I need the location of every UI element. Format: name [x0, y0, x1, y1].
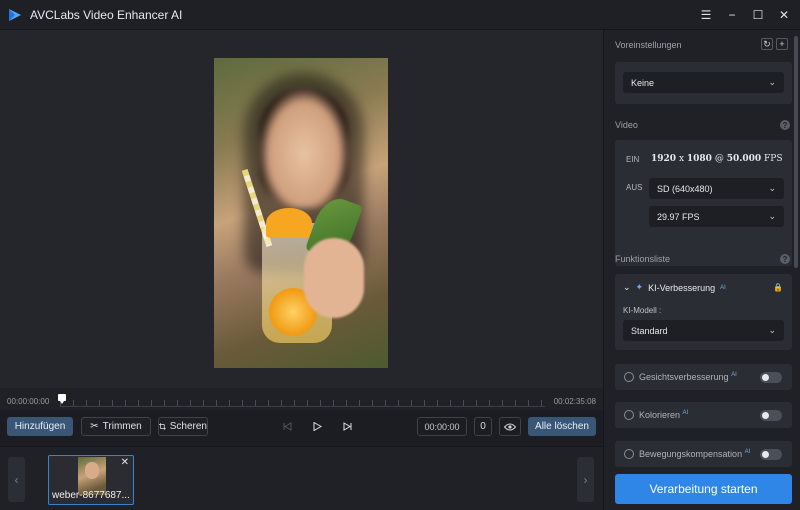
input-width: 1920 [651, 154, 677, 164]
video-card: EIN 1920 x 1080 @ 50.000 FPS AUS SD (640… [615, 140, 792, 266]
video-preview [0, 30, 603, 388]
ai-badge: AI [720, 284, 726, 291]
add-button[interactable]: Hinzufügen [7, 417, 73, 436]
clear-all-button[interactable]: Alle löschen [528, 417, 596, 436]
presets-label: Voreinstellungen [615, 40, 682, 50]
video-thumbnail[interactable]: ✕ weber-8677687... [48, 455, 134, 505]
face-enhancement-toggle[interactable] [760, 372, 782, 383]
app-logo-icon [9, 8, 21, 21]
start-processing-button[interactable]: Verarbeitung starten [615, 474, 792, 504]
chevron-left-icon: ‹ [14, 472, 19, 487]
face-icon [624, 372, 634, 382]
ai-model-select[interactable]: Standard ⌄ [623, 320, 784, 341]
output-tag: AUS [626, 183, 643, 192]
functions-help-icon[interactable]: ? [780, 254, 790, 264]
video-frame [214, 58, 388, 368]
chevron-down-icon: ⌄ [768, 77, 776, 87]
start-processing-label: Verarbeitung starten [649, 482, 758, 496]
title-bar: AVCLabs Video Enhancer AI ☰ − ☐ ✕ [0, 0, 800, 30]
filmstrip-prev-button[interactable]: ‹ [8, 457, 25, 502]
playhead-handle[interactable] [58, 394, 66, 404]
timeline-end-time: 00:02:35:08 [553, 397, 596, 406]
refresh-icon: ↻ [763, 38, 771, 49]
close-icon[interactable]: ✕ [778, 8, 790, 22]
skip-forward-icon [343, 422, 351, 431]
trim-button-label: Trimmen [102, 421, 142, 432]
colorize-toggle[interactable] [760, 410, 782, 421]
previous-frame-button[interactable] [280, 417, 294, 436]
chevron-down-icon: ⌄ [623, 282, 631, 292]
ai-enhancement-card: ⌄ ✦ KI-Verbesserung AI 🔒 KI-Modell : Sta… [615, 274, 792, 350]
play-icon [313, 422, 322, 431]
preset-value: Keine [631, 77, 655, 88]
colorize-card: Kolorieren AI [615, 402, 792, 428]
output-fps-select[interactable]: 29.97 FPS ⌄ [649, 206, 784, 227]
input-tag: EIN [626, 155, 640, 164]
maximize-icon[interactable]: ☐ [752, 8, 764, 22]
face-enhancement-label: Gesichtsverbesserung AI [639, 372, 737, 382]
sidebar-scrollbar[interactable] [794, 36, 798, 268]
skip-back-icon [283, 422, 291, 431]
crop-button[interactable]: Scheren [158, 417, 208, 436]
input-at: @ [714, 154, 724, 164]
refresh-presets-button[interactable]: ↻ [761, 38, 773, 50]
chevron-right-icon: › [583, 472, 588, 487]
chevron-down-icon: ⌄ [768, 183, 776, 193]
timeline-start-time: 00:00:00:00 [7, 397, 50, 406]
functions-label: Funktionsliste [615, 254, 671, 264]
input-height: 1080 [686, 154, 712, 164]
thumbnail-file-name: weber-8677687... [52, 490, 130, 501]
next-frame-button[interactable] [340, 417, 354, 436]
ai-model-label: KI-Modell : [623, 306, 662, 315]
editing-toolbar: Hinzufügen ✂ Trimmen Scheren 00:00:00 0 … [0, 410, 603, 446]
colorize-label: Kolorieren AI [639, 410, 689, 420]
motion-icon [624, 449, 634, 459]
frame-number-input[interactable]: 0 [474, 417, 492, 436]
preset-select[interactable]: Keine ⌄ [623, 72, 784, 93]
lock-icon[interactable]: 🔒 [773, 283, 783, 292]
crop-icon [159, 423, 166, 430]
app-title: AVCLabs Video Enhancer AI [30, 7, 183, 22]
ai-enhancement-title: KI-Verbesserung [648, 282, 716, 293]
remove-video-icon[interactable]: ✕ [121, 457, 129, 468]
scissors-icon: ✂ [90, 421, 99, 432]
motion-compensation-toggle[interactable] [760, 449, 782, 460]
output-resolution-select[interactable]: SD (640x480) ⌄ [649, 178, 784, 199]
face-enhancement-card: Gesichtsverbesserung AI [615, 364, 792, 390]
filmstrip-next-button[interactable]: › [577, 457, 594, 502]
filmstrip: ‹ ✕ weber-8677687... › [0, 446, 603, 510]
ai-enhancement-header[interactable]: ⌄ ✦ KI-Verbesserung AI [623, 282, 726, 293]
palette-icon [624, 410, 634, 420]
minimize-icon[interactable]: − [726, 8, 738, 22]
clear-all-label: Alle löschen [535, 421, 589, 432]
timecode-input[interactable]: 00:00:00 [417, 417, 467, 436]
menu-icon[interactable]: ☰ [700, 8, 712, 22]
add-preset-button[interactable]: + [776, 38, 788, 50]
chevron-down-icon: ⌄ [768, 211, 776, 221]
motion-compensation-label: Bewegungskompensation AI [639, 449, 751, 459]
eye-icon [504, 423, 516, 430]
preview-toggle-button[interactable] [499, 417, 521, 436]
settings-sidebar: Voreinstellungen ↻ + Keine ⌄ Video ? EIN… [603, 30, 800, 510]
plus-icon: + [779, 38, 785, 49]
motion-compensation-card: Bewegungskompensation AI [615, 441, 792, 467]
video-label: Video [615, 120, 638, 130]
play-button[interactable] [310, 417, 324, 436]
video-help-icon[interactable]: ? [780, 120, 790, 130]
input-fps-unit: FPS [764, 154, 783, 164]
input-fps-value: 50.000 [726, 154, 762, 164]
timeline-track[interactable] [60, 406, 545, 407]
presets-card: Keine ⌄ [615, 62, 792, 104]
ai-model-value: Standard [631, 325, 668, 336]
trim-button[interactable]: ✂ Trimmen [81, 417, 151, 436]
output-fps-value: 29.97 FPS [657, 211, 700, 222]
timeline[interactable]: 00:00:00:00 00:02:35:08 [0, 388, 603, 410]
sparkle-icon: ✦ [635, 282, 644, 292]
input-video-info: 1920 x 1080 @ 50.000 FPS [651, 154, 783, 164]
input-x: x [678, 154, 685, 164]
crop-button-label: Scheren [169, 421, 207, 432]
output-resolution-value: SD (640x480) [657, 183, 713, 194]
chevron-down-icon: ⌄ [768, 325, 776, 335]
add-button-label: Hinzufügen [14, 421, 66, 432]
